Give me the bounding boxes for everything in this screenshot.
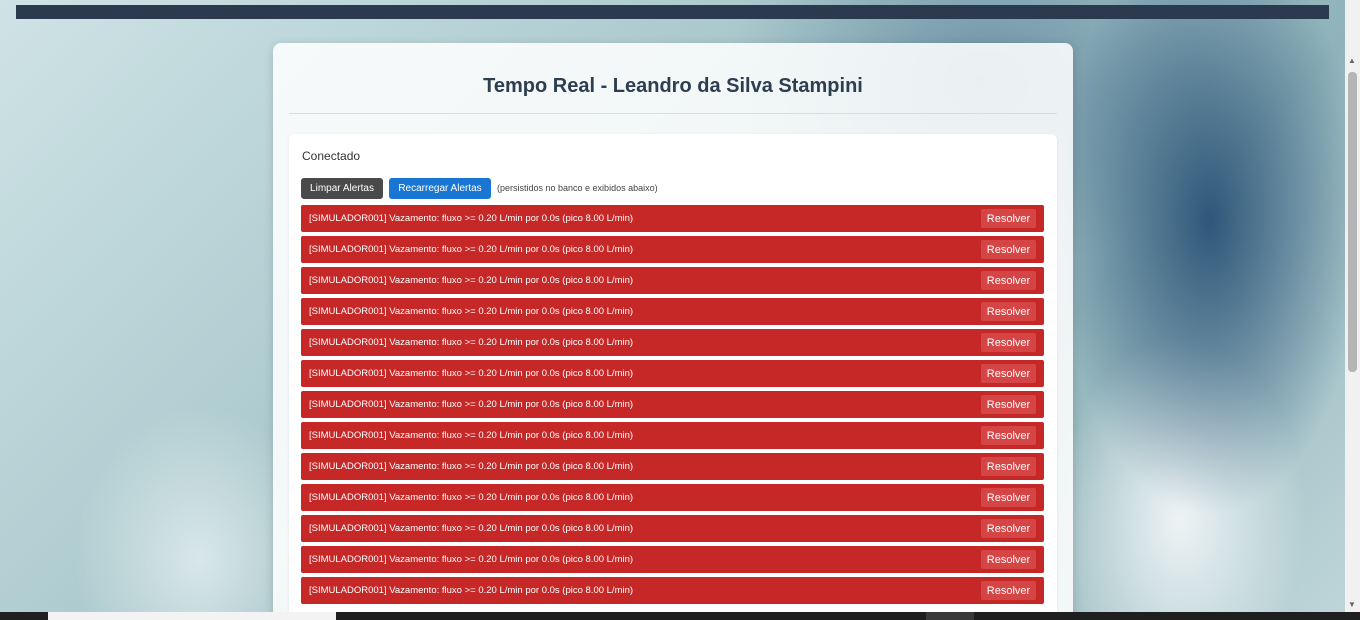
resolve-button[interactable]: Resolver (981, 364, 1036, 383)
alert-item: [SIMULADOR001] Vazamento: fluxo >= 0.20 … (301, 360, 1044, 387)
alert-item: [SIMULADOR001] Vazamento: fluxo >= 0.20 … (301, 515, 1044, 542)
alert-message: [SIMULADOR001] Vazamento: fluxo >= 0.20 … (309, 244, 634, 255)
taskbar-active-app[interactable] (926, 612, 974, 620)
scrollbar-thumb[interactable] (1348, 72, 1357, 372)
alert-item: [SIMULADOR001] Vazamento: fluxo >= 0.20 … (301, 236, 1044, 263)
resolve-button[interactable]: Resolver (981, 209, 1036, 228)
resolve-button[interactable]: Resolver (981, 302, 1036, 321)
alert-message: [SIMULADOR001] Vazamento: fluxo >= 0.20 … (309, 213, 634, 224)
clear-alerts-button[interactable]: Limpar Alertas (301, 178, 383, 199)
persistence-hint: (persistidos no banco e exibidos abaixo) (497, 183, 658, 193)
alerts-list: [SIMULADOR001] Vazamento: fluxo >= 0.20 … (301, 205, 1044, 608)
alert-message: [SIMULADOR001] Vazamento: fluxo >= 0.20 … (309, 306, 634, 317)
connection-status: Conectado (302, 149, 361, 163)
reload-alerts-button[interactable]: Recarregar Alertas (389, 178, 491, 199)
os-taskbar (0, 612, 1360, 620)
alert-item: [SIMULADOR001] Vazamento: fluxo >= 0.20 … (301, 329, 1044, 356)
resolve-button[interactable]: Resolver (981, 333, 1036, 352)
alert-item: [SIMULADOR001] Vazamento: fluxo >= 0.20 … (301, 205, 1044, 232)
resolve-button[interactable]: Resolver (981, 550, 1036, 569)
alert-item: [SIMULADOR001] Vazamento: fluxo >= 0.20 … (301, 298, 1044, 325)
alert-message: [SIMULADOR001] Vazamento: fluxo >= 0.20 … (309, 554, 634, 565)
alert-message: [SIMULADOR001] Vazamento: fluxo >= 0.20 … (309, 337, 634, 348)
page-title: Tempo Real - Leandro da Silva Stampini (483, 75, 863, 97)
alert-message: [SIMULADOR001] Vazamento: fluxo >= 0.20 … (309, 430, 634, 441)
alert-item: [SIMULADOR001] Vazamento: fluxo >= 0.20 … (301, 391, 1044, 418)
alert-message: [SIMULADOR001] Vazamento: fluxo >= 0.20 … (309, 585, 634, 596)
alert-item: [SIMULADOR001] Vazamento: fluxo >= 0.20 … (301, 422, 1044, 449)
scroll-down-arrow-icon[interactable]: ▼ (1348, 600, 1356, 610)
resolve-button[interactable]: Resolver (981, 581, 1036, 600)
taskbar-search-box[interactable] (48, 612, 336, 620)
alert-message: [SIMULADOR001] Vazamento: fluxo >= 0.20 … (309, 368, 634, 379)
alert-message: [SIMULADOR001] Vazamento: fluxo >= 0.20 … (309, 275, 634, 286)
alert-item: [SIMULADOR001] Vazamento: fluxo >= 0.20 … (301, 546, 1044, 573)
alert-message: [SIMULADOR001] Vazamento: fluxo >= 0.20 … (309, 461, 634, 472)
resolve-button[interactable]: Resolver (981, 457, 1036, 476)
page-scrollbar[interactable]: ▲ ▼ (1345, 0, 1360, 612)
resolve-button[interactable]: Resolver (981, 395, 1036, 414)
scroll-up-arrow-icon[interactable]: ▲ (1348, 56, 1356, 66)
resolve-button[interactable]: Resolver (981, 271, 1036, 290)
alert-item: [SIMULADOR001] Vazamento: fluxo >= 0.20 … (301, 577, 1044, 604)
alerts-card: Conectado Limpar Alertas Recarregar Aler… (289, 134, 1057, 620)
alert-message: [SIMULADOR001] Vazamento: fluxo >= 0.20 … (309, 399, 634, 410)
resolve-button[interactable]: Resolver (981, 488, 1036, 507)
realtime-panel: Tempo Real - Leandro da Silva Stampini C… (273, 43, 1073, 620)
alert-message: [SIMULADOR001] Vazamento: fluxo >= 0.20 … (309, 523, 634, 534)
alert-item: [SIMULADOR001] Vazamento: fluxo >= 0.20 … (301, 453, 1044, 480)
alert-item: [SIMULADOR001] Vazamento: fluxo >= 0.20 … (301, 484, 1044, 511)
alert-item: [SIMULADOR001] Vazamento: fluxo >= 0.20 … (301, 267, 1044, 294)
top-nav-bar (16, 5, 1329, 19)
title-divider (289, 113, 1057, 114)
resolve-button[interactable]: Resolver (981, 426, 1036, 445)
alert-message: [SIMULADOR001] Vazamento: fluxo >= 0.20 … (309, 492, 634, 503)
resolve-button[interactable]: Resolver (981, 519, 1036, 538)
resolve-button[interactable]: Resolver (981, 240, 1036, 259)
